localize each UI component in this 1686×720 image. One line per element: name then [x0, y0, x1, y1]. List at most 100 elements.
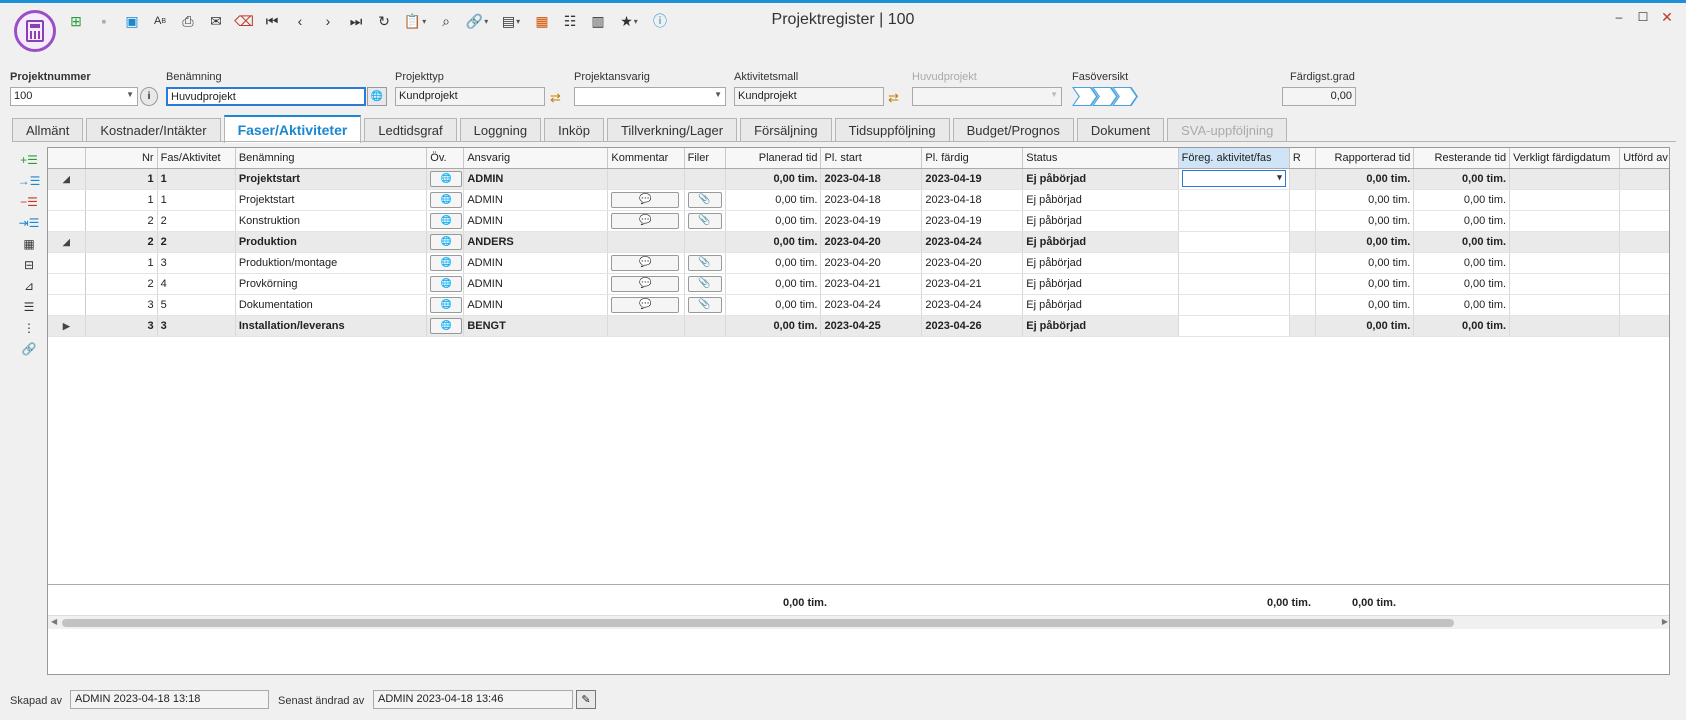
layout-icon[interactable]: ▤	[496, 10, 526, 32]
cell-planerad[interactable]: 0,00 tim.	[725, 273, 822, 295]
export-icon[interactable]: ⊟	[20, 257, 38, 273]
cell-rapporterad[interactable]: 0,00 tim.	[1315, 315, 1415, 337]
cell-verkligt[interactable]	[1509, 294, 1621, 316]
cell-status[interactable]: Ej påbörjad	[1022, 189, 1179, 211]
cell-verkligt[interactable]	[1509, 252, 1621, 274]
attachment-icon[interactable]: 📎	[687, 212, 722, 229]
cell-resterande[interactable]: 0,00 tim.	[1413, 231, 1511, 253]
cell-utford[interactable]	[1619, 231, 1669, 253]
split-icon[interactable]: ▥	[586, 10, 610, 32]
activity-row[interactable]: 2 4 Provkörning 🌐 ADMIN 💬 📎 0,00 tim. 2023-04-21…	[48, 273, 1669, 295]
comment-icon[interactable]: 💬	[611, 296, 680, 313]
cell-foreg[interactable]	[1178, 252, 1290, 274]
col-plfardig[interactable]: Pl. färdig	[921, 148, 1024, 169]
col-ansvarig[interactable]: Ansvarig	[463, 148, 609, 169]
tab-ledtidsgraf[interactable]: Ledtidsgraf	[364, 118, 457, 142]
scroll-right-icon[interactable]: ▶	[1662, 617, 1668, 626]
cell-ansvarig[interactable]: ADMIN	[463, 273, 609, 295]
link-icon[interactable]: 🔗	[462, 10, 492, 32]
comment-icon[interactable]: 💬	[611, 212, 680, 229]
col-benamning[interactable]: Benämning	[235, 148, 428, 169]
grid-colors-icon[interactable]: ▦	[530, 10, 554, 32]
col-filer[interactable]: Filer	[684, 148, 726, 169]
row-expander[interactable]: ▶	[48, 315, 86, 337]
cell-status[interactable]: Ej påbörjad	[1022, 294, 1179, 316]
cell-r[interactable]	[1289, 273, 1316, 295]
cell-plstart[interactable]: 2023-04-25	[820, 315, 923, 337]
col-verkligt[interactable]: Verkligt färdigdatum	[1509, 148, 1621, 169]
foreg-dropdown[interactable]	[1181, 170, 1286, 187]
col-foreg[interactable]: Föreg. aktivitet/fas	[1178, 148, 1290, 169]
tab-loggning[interactable]: Loggning	[459, 118, 542, 142]
cell-verkligt[interactable]	[1509, 315, 1621, 337]
cell-utford[interactable]	[1619, 189, 1669, 211]
cell-resterande[interactable]: 0,00 tim.	[1413, 252, 1511, 274]
link-icon[interactable]: 🔗	[20, 341, 38, 357]
cell-nr[interactable]: 2	[85, 231, 158, 253]
collapse-icon[interactable]: ◢	[63, 237, 70, 247]
cell-ansvarig[interactable]: ADMIN	[463, 210, 609, 232]
swap-icon[interactable]: ⇄	[888, 90, 899, 106]
cell-plstart[interactable]: 2023-04-19	[820, 210, 923, 232]
cell-ansvarig[interactable]: BENGT	[463, 315, 609, 337]
aktivitetsmall-field[interactable]: Kundprojekt	[734, 87, 884, 106]
edit-history-icon[interactable]: ✎	[576, 690, 596, 709]
cell-status[interactable]: Ej påbörjad	[1022, 273, 1179, 295]
chevron-down-icon[interactable]: ▼	[714, 90, 722, 99]
cell-rapporterad[interactable]: 0,00 tim.	[1315, 294, 1415, 316]
cell-planerad[interactable]: 0,00 tim.	[725, 294, 822, 316]
cell-planerad[interactable]: 0,00 tim.	[725, 210, 822, 232]
chevron-down-icon[interactable]: ▼	[126, 90, 134, 99]
phase-row[interactable]: ▶ 3 3 Installation/leverans 🌐 BENGT 0,00 tim. 2…	[48, 315, 1669, 337]
translate-icon[interactable]: 🌐	[430, 212, 463, 229]
calculator-app-icon[interactable]	[14, 10, 56, 52]
previous-icon[interactable]: ‹	[288, 10, 312, 32]
phase-overview[interactable]	[1072, 87, 1132, 106]
settings-icon[interactable]: ☷	[558, 10, 582, 32]
cell-status[interactable]: Ej påbörjad	[1022, 252, 1179, 274]
cell-utford[interactable]	[1619, 168, 1669, 190]
cell-ansvarig[interactable]: ANDERS	[463, 231, 609, 253]
cell-r[interactable]	[1289, 315, 1316, 337]
cell-foreg[interactable]	[1178, 210, 1290, 232]
tab-tillverkning[interactable]: Tillverkning/Lager	[606, 118, 738, 142]
cell-r[interactable]	[1289, 189, 1316, 211]
cell-nr[interactable]: 2	[85, 210, 158, 232]
translate-icon[interactable]: 🌐	[430, 275, 463, 292]
col-planerad[interactable]: Planerad tid	[725, 148, 822, 169]
cell-rapporterad[interactable]: 0,00 tim.	[1315, 189, 1415, 211]
phase-row[interactable]: ◢ 1 1 Projektstart 🌐 ADMIN 0,00 tim. 2023-04-18…	[48, 168, 1669, 190]
cell-plstart[interactable]: 2023-04-24	[820, 294, 923, 316]
cell-verkligt[interactable]	[1509, 273, 1621, 295]
add-phase-icon[interactable]: +☰	[20, 152, 38, 168]
comment-icon[interactable]: 💬	[611, 275, 680, 292]
tab-inkop[interactable]: Inköp	[544, 118, 604, 142]
cell-resterande[interactable]: 0,00 tim.	[1413, 273, 1511, 295]
cell-status[interactable]: Ej påbörjad	[1022, 210, 1179, 232]
next-icon[interactable]: ›	[316, 10, 340, 32]
cell-plfardig[interactable]: 2023-04-18	[921, 189, 1024, 211]
chart-icon[interactable]: ⊿	[20, 278, 38, 294]
horizontal-scrollbar[interactable]: ◀ ▶	[48, 615, 1669, 629]
col-fas[interactable]: Fas/Aktivitet	[157, 148, 236, 169]
cell-rapporterad[interactable]: 0,00 tim.	[1315, 210, 1415, 232]
tab-forsaljning[interactable]: Försäljning	[740, 118, 832, 142]
cell-plfardig[interactable]: 2023-04-26	[921, 315, 1024, 337]
cell-fas[interactable]: 3	[157, 315, 236, 337]
comment-icon[interactable]: 💬	[611, 191, 680, 208]
cell-r[interactable]	[1289, 231, 1316, 253]
col-resterande[interactable]: Resterande tid	[1413, 148, 1511, 169]
cell-foreg[interactable]	[1178, 168, 1290, 190]
cell-benamning[interactable]: Installation/leverans	[235, 315, 428, 337]
activity-row[interactable]: 2 2 Konstruktion 🌐 ADMIN 💬 📎 0,00 tim. 2023-04-1…	[48, 210, 1669, 232]
projektnummer-field[interactable]: 100 ▼	[10, 87, 138, 106]
cell-utford[interactable]	[1619, 252, 1669, 274]
collapse-icon[interactable]: ◢	[63, 174, 70, 184]
comment-icon[interactable]: 💬	[611, 254, 680, 271]
cell-planerad[interactable]: 0,00 tim.	[725, 315, 822, 337]
cell-r[interactable]	[1289, 168, 1316, 190]
cell-foreg[interactable]	[1178, 189, 1290, 211]
cell-utford[interactable]	[1619, 210, 1669, 232]
translate-icon[interactable]: 🌐	[430, 317, 463, 334]
indent-icon[interactable]: ⇥☰	[19, 215, 40, 231]
